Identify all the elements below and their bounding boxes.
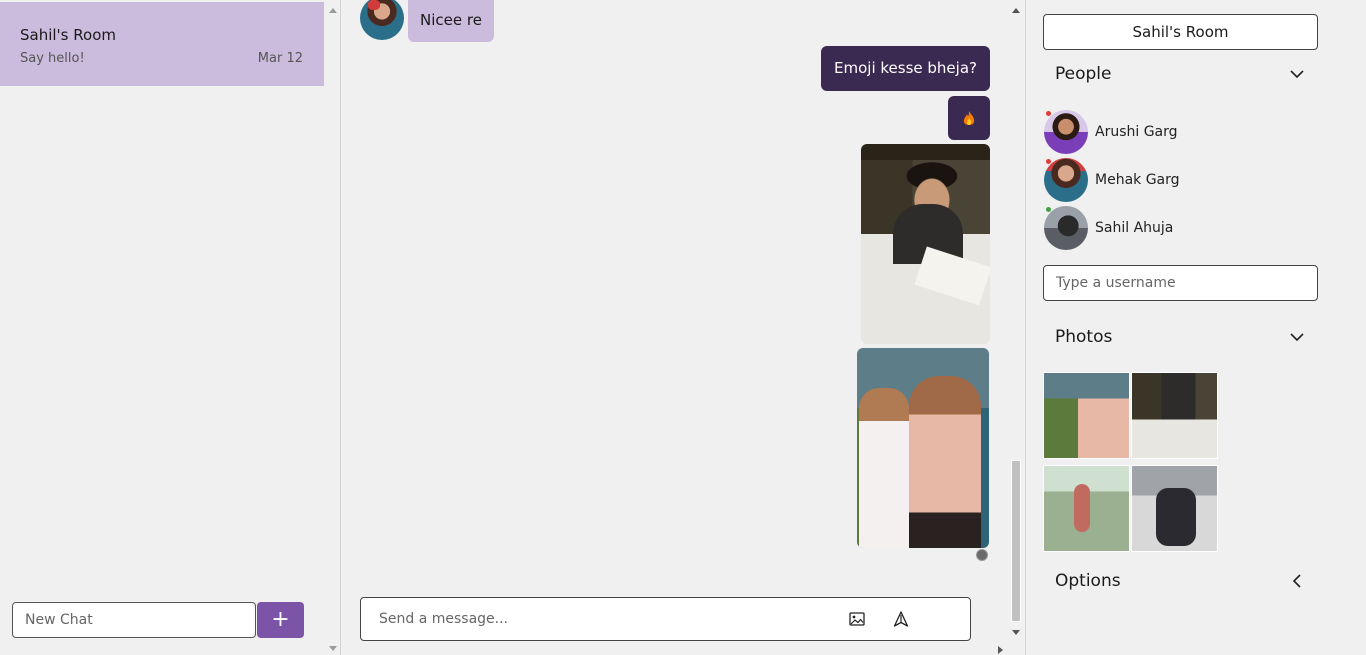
photo-thumbnail[interactable] bbox=[1131, 465, 1218, 552]
photos-section-header[interactable]: Photos bbox=[1055, 327, 1305, 351]
chat-feed-scrollbar[interactable] bbox=[1008, 0, 1024, 640]
photo-gallery bbox=[1043, 372, 1221, 554]
chat-feed: Nicee re Emoji kesse bheja? bbox=[342, 0, 1025, 655]
person-row[interactable]: Arushi Garg bbox=[1044, 110, 1304, 156]
photo-thumbnail[interactable] bbox=[1131, 372, 1218, 459]
scroll-down-icon[interactable] bbox=[329, 646, 337, 651]
people-header-label: People bbox=[1055, 64, 1112, 84]
shared-photo[interactable] bbox=[861, 144, 990, 344]
chat-details-panel: Sahil's Room People Arushi Garg Mehak Ga… bbox=[1025, 0, 1366, 655]
people-section-header[interactable]: People bbox=[1055, 64, 1305, 88]
fire-emoji-icon bbox=[963, 110, 975, 125]
chevron-down-icon[interactable] bbox=[1289, 329, 1305, 345]
person-row[interactable]: Sahil Ahuja bbox=[1044, 206, 1304, 252]
add-chat-button[interactable]: + bbox=[257, 602, 304, 638]
status-dot bbox=[1046, 159, 1051, 164]
message-input[interactable] bbox=[379, 608, 819, 630]
photo-thumbnail[interactable] bbox=[1043, 465, 1130, 552]
chat-list-item[interactable]: Sahil's Room Say hello! Mar 12 bbox=[0, 2, 324, 86]
new-chat-input[interactable] bbox=[12, 602, 256, 638]
image-icon[interactable] bbox=[849, 612, 865, 626]
sender-avatar bbox=[360, 0, 404, 40]
read-receipt-avatar bbox=[976, 549, 988, 561]
chevron-left-icon[interactable] bbox=[1289, 573, 1305, 589]
status-dot bbox=[1046, 207, 1051, 212]
scrollbar-thumb[interactable] bbox=[1011, 460, 1021, 622]
avatar bbox=[1044, 158, 1088, 202]
person-row[interactable]: Mehak Garg bbox=[1044, 158, 1304, 204]
options-header-label: Options bbox=[1055, 571, 1121, 591]
chat-title: Sahil's Room bbox=[20, 26, 116, 44]
chat-list-panel: Sahil's Room Say hello! Mar 12 + bbox=[0, 0, 341, 655]
outgoing-emoji-message bbox=[948, 96, 990, 140]
scroll-right-icon[interactable] bbox=[998, 646, 1003, 654]
avatar bbox=[1044, 206, 1088, 250]
shared-photo[interactable] bbox=[857, 348, 989, 548]
person-name: Sahil Ahuja bbox=[1095, 220, 1174, 236]
incoming-message: Nicee re bbox=[408, 0, 494, 42]
chevron-down-icon[interactable] bbox=[1289, 66, 1305, 82]
chat-preview: Say hello! bbox=[20, 51, 85, 66]
send-icon[interactable] bbox=[893, 611, 909, 627]
chat-date: Mar 12 bbox=[257, 51, 303, 66]
message-composer bbox=[360, 597, 971, 641]
username-input[interactable] bbox=[1043, 265, 1318, 301]
photo-thumbnail[interactable] bbox=[1043, 372, 1130, 459]
scroll-down-icon[interactable] bbox=[1012, 630, 1020, 635]
scroll-up-icon[interactable] bbox=[329, 8, 337, 13]
avatar bbox=[1044, 110, 1088, 154]
status-dot bbox=[1046, 111, 1051, 116]
chat-list-scrollbar[interactable] bbox=[325, 0, 340, 655]
outgoing-message: Emoji kesse bheja? bbox=[821, 46, 990, 91]
options-section-header[interactable]: Options bbox=[1055, 571, 1305, 595]
room-title-button[interactable]: Sahil's Room bbox=[1043, 14, 1318, 50]
scroll-up-icon[interactable] bbox=[1012, 8, 1020, 13]
person-name: Mehak Garg bbox=[1095, 172, 1180, 188]
photos-header-label: Photos bbox=[1055, 327, 1113, 347]
person-name: Arushi Garg bbox=[1095, 124, 1178, 140]
